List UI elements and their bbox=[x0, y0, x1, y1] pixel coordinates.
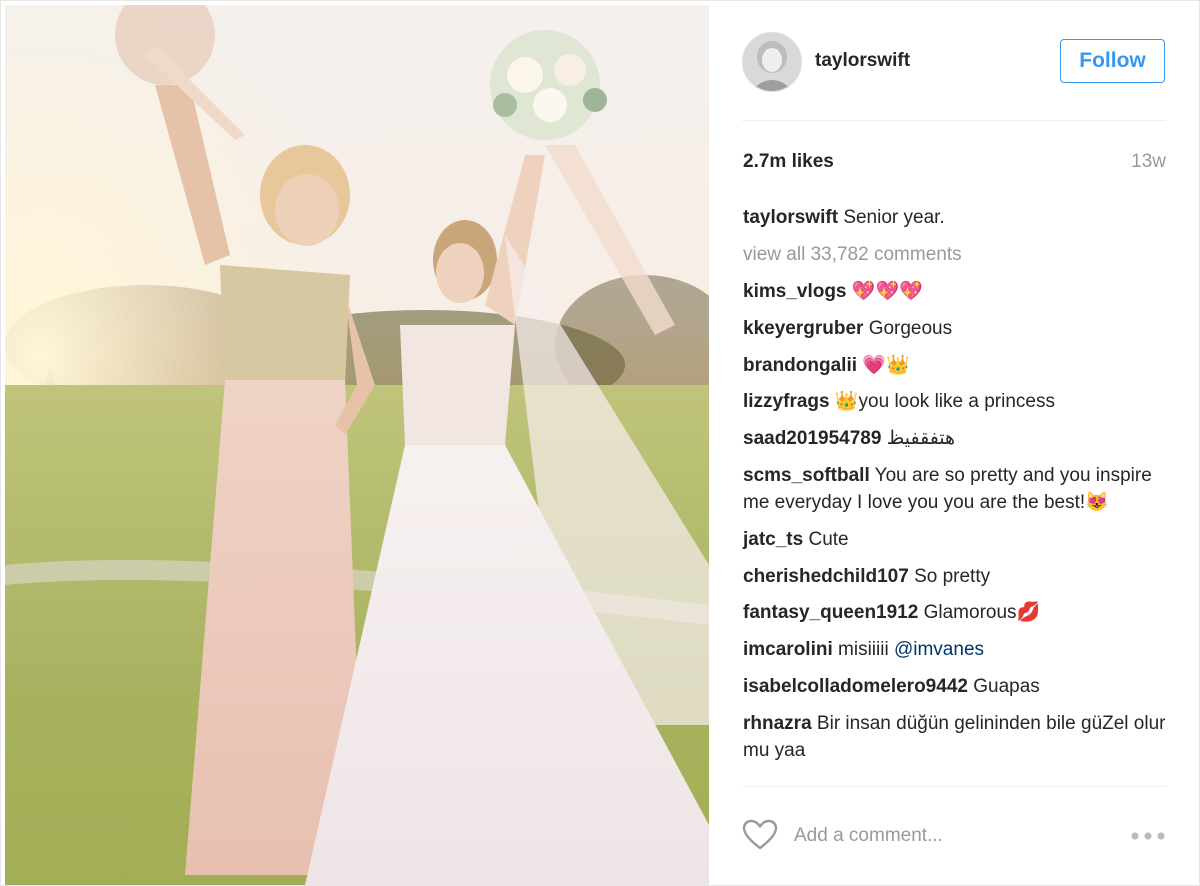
comment-username[interactable]: saad201954789 bbox=[743, 428, 881, 449]
comment-text: هتفقفيظ bbox=[886, 428, 956, 450]
comment-text: 💖💖💖 bbox=[851, 280, 923, 302]
comment-username[interactable]: isabelcolladomelero9442 bbox=[743, 676, 968, 697]
comment-username[interactable]: kkeyergruber bbox=[743, 318, 863, 339]
comment-item: brandongalii 💗👑 bbox=[743, 353, 1173, 380]
comment-username[interactable]: lizzyfrags bbox=[743, 391, 830, 412]
comment-mention-link[interactable]: @imvanes bbox=[894, 639, 984, 660]
comment-item: isabelcolladomelero9442 Guapas bbox=[743, 674, 1173, 701]
likes-count[interactable]: 2.7m likes bbox=[743, 151, 834, 173]
comment-item: lizzyfrags 👑you look like a princess bbox=[743, 389, 1173, 416]
more-options-icon[interactable] bbox=[1130, 831, 1166, 841]
comment-text: So pretty bbox=[914, 565, 991, 587]
comment-item: jatc_ts Cute bbox=[743, 527, 1173, 554]
comment-item: fantasy_queen1912 Glamorous💋 bbox=[743, 600, 1173, 627]
comment-text: 💗👑 bbox=[862, 354, 910, 376]
caption-text: Senior year. bbox=[843, 207, 945, 228]
comment-item: kkeyergruber Gorgeous bbox=[743, 316, 1173, 343]
comment-item: cherishedchild107 So pretty bbox=[743, 564, 1173, 591]
comment-username[interactable]: imcarolini bbox=[743, 639, 833, 660]
add-comment-input[interactable]: Add a comment... bbox=[794, 825, 943, 847]
caption: taylorswift Senior year. bbox=[743, 205, 1173, 232]
comment-username[interactable]: cherishedchild107 bbox=[743, 566, 909, 587]
comment-text: Gorgeous bbox=[868, 317, 953, 339]
comment-item: scms_softball You are so pretty and you … bbox=[743, 463, 1173, 516]
avatar[interactable] bbox=[742, 32, 802, 92]
comment-text: Guapas bbox=[973, 676, 1040, 698]
comment-username[interactable]: brandongalii bbox=[743, 355, 857, 376]
comment-text: Cute bbox=[808, 528, 849, 550]
comment-text: Glamorous💋 bbox=[923, 602, 1041, 624]
comment-username[interactable]: scms_softball bbox=[743, 465, 870, 486]
follow-button[interactable]: Follow bbox=[1060, 39, 1165, 83]
avatar-image bbox=[743, 33, 801, 91]
post-header: taylorswift Follow bbox=[709, 1, 1199, 121]
post-details-panel: taylorswift Follow 2.7m likes 13w taylor… bbox=[709, 1, 1199, 885]
comment-item: kims_vlogs 💖💖💖 bbox=[743, 279, 1173, 306]
comment-item: saad201954789 هتفقفيظ bbox=[743, 426, 1173, 453]
comment-text: misiiiii bbox=[838, 639, 894, 661]
caption-username[interactable]: taylorswift bbox=[743, 207, 838, 228]
comments-list: taylorswift Senior year. view all 33,782… bbox=[743, 205, 1173, 774]
comment-username[interactable]: jatc_ts bbox=[743, 529, 803, 550]
comment-item: imcarolini misiiiii @imvanes bbox=[743, 637, 1173, 664]
post-age[interactable]: 13w bbox=[1131, 151, 1166, 173]
add-comment-row: Add a comment... bbox=[742, 811, 1166, 861]
comment-username[interactable]: rhnazra bbox=[743, 713, 812, 734]
comment-username[interactable]: kims_vlogs bbox=[743, 281, 847, 302]
comments-divider bbox=[742, 786, 1166, 787]
comment-username[interactable]: fantasy_queen1912 bbox=[743, 602, 918, 623]
wedding-photo-image bbox=[5, 5, 709, 885]
view-all-comments-link[interactable]: view all 33,782 comments bbox=[743, 242, 1173, 269]
comment-item: rhnazra Bir insan düğün gelininden bile … bbox=[743, 711, 1173, 764]
post-author-username[interactable]: taylorswift bbox=[815, 50, 910, 72]
header-divider bbox=[742, 120, 1166, 121]
instagram-post: taylorswift Follow 2.7m likes 13w taylor… bbox=[0, 0, 1200, 886]
post-photo[interactable] bbox=[5, 5, 709, 885]
heart-outline-icon[interactable] bbox=[742, 819, 778, 851]
comment-text: 👑you look like a princess bbox=[834, 391, 1055, 413]
